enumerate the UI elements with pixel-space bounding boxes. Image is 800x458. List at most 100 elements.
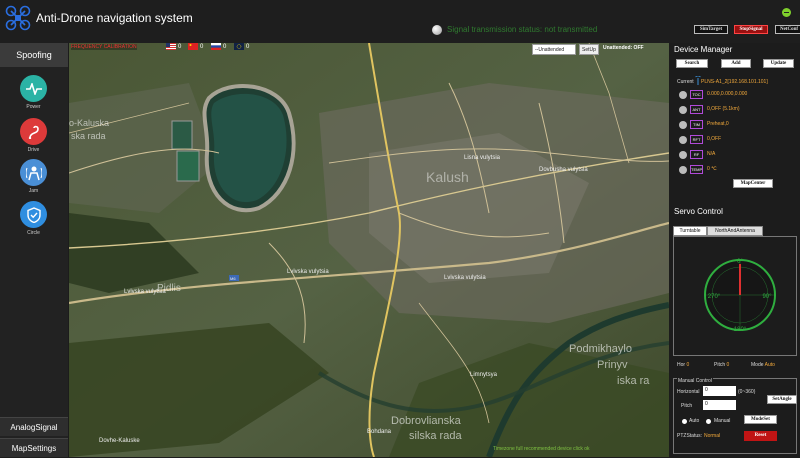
cn-count: 0 xyxy=(200,44,204,50)
status-light-icon xyxy=(679,166,687,174)
signal-status-text: Signal transmission status: not transmit… xyxy=(447,25,598,34)
stop-signal-button[interactable]: StopSignal xyxy=(734,25,768,34)
unattended-status: Unattended: OFF xyxy=(603,45,644,51)
circle-label: Circle xyxy=(27,230,40,236)
tab-map-settings[interactable]: MapSettings xyxy=(0,438,68,457)
row-value: N/A xyxy=(707,151,716,157)
row-tag: ANT xyxy=(690,105,703,114)
satellite-map[interactable]: FREQUENCY CALIBRATION 0 0 0 0 --Unattend… xyxy=(69,43,669,457)
servo-control-title: Servo Control xyxy=(674,207,723,216)
tab-analog-signal[interactable]: AnalogSignal xyxy=(0,417,68,436)
dial-east-label: 90° xyxy=(762,294,772,300)
row-value: 0.000,0.000,0.000 xyxy=(707,91,748,97)
dial-north-label: 0° xyxy=(737,259,743,265)
waveform-icon xyxy=(20,75,47,102)
tab-north-and-antenna[interactable]: NorthAndAntenna xyxy=(707,226,763,236)
hor-label: Hor xyxy=(677,362,686,368)
status-light-icon xyxy=(679,136,687,144)
row-value: Preheat,0 xyxy=(707,121,729,127)
ptz-status-label: PTZStatus: xyxy=(677,433,703,439)
map-label-podmykhaylo: Podmikhaylo xyxy=(569,343,632,355)
manual-control-panel: Manual Control Horizontal 0 (0~360) Pitc… xyxy=(673,378,797,454)
mode-readout: Mode Auto xyxy=(751,362,775,368)
mode-select[interactable]: --Unattended xyxy=(532,44,576,55)
update-button[interactable]: Update xyxy=(763,59,794,68)
pitch-input[interactable]: 0 xyxy=(703,400,736,410)
map-label-road4: Dovbusha vulytsia xyxy=(539,167,588,173)
map-label-road5: Lisna vulytsia xyxy=(464,155,501,161)
map-label-podmykhaylo-3: iska ra xyxy=(617,375,650,387)
hor-value: 0 xyxy=(686,362,690,368)
path-curve-icon xyxy=(20,118,47,145)
pitch-readout: Pitch 0 xyxy=(714,362,729,368)
manual-label: Manual xyxy=(714,418,731,424)
row-tag: TEMP xyxy=(690,165,703,174)
status-light-icon xyxy=(679,91,687,99)
auto-label: Auto xyxy=(689,418,700,424)
map-label-road3: Lvivska vulytsia xyxy=(444,275,486,281)
reset-button[interactable]: Reset xyxy=(744,431,777,441)
search-button[interactable]: Search xyxy=(676,59,708,68)
power-button[interactable]: Power xyxy=(20,75,47,110)
pitch-label: Pitch xyxy=(714,362,726,368)
row-value: 0,OFF (5.1km) xyxy=(707,106,740,112)
map-center-button[interactable]: MapCenter xyxy=(733,179,773,188)
sim-target-button[interactable]: SimTarget xyxy=(694,25,728,34)
mode-set-button[interactable]: ModeSet xyxy=(744,415,777,424)
add-button[interactable]: Add xyxy=(721,59,751,68)
status-light-icon xyxy=(679,106,687,114)
map-imagery xyxy=(69,43,669,457)
horizontal-input[interactable]: 0 xyxy=(703,386,736,396)
minimize-icon[interactable] xyxy=(782,8,791,17)
pitch-input-label: Pitch xyxy=(681,403,693,409)
drone-logo-icon xyxy=(5,5,31,31)
us-flag-icon xyxy=(166,43,176,50)
map-label-kalush: Kalush xyxy=(426,169,469,185)
device-manager-title: Device Manager xyxy=(674,45,733,54)
status-light-icon xyxy=(679,121,687,129)
row-value: 0 ℃ xyxy=(707,166,717,172)
map-label-m6: M6 xyxy=(230,276,236,281)
map-label-dobroviiany: Dobrovlianska xyxy=(391,415,461,427)
tab-turntable[interactable]: Turntable xyxy=(673,226,707,236)
map-footer-text: Timezone full recommended device click o… xyxy=(493,446,590,452)
status-light-icon xyxy=(679,151,687,159)
person-jam-icon xyxy=(20,159,47,186)
dial-south-label: 180° xyxy=(734,327,747,333)
map-label-road2: Lvivska vulytsia xyxy=(124,289,166,295)
manual-control-title: Manual Control xyxy=(677,378,713,384)
title-bar: Anti-Drone navigation system Signal tran… xyxy=(0,0,800,43)
setup-button[interactable]: SetUp xyxy=(579,44,599,55)
signal-indicator-icon xyxy=(432,25,442,35)
row-tag: TIM xyxy=(690,120,703,129)
right-panel: Device Manager Search Add Update Current… xyxy=(670,43,800,457)
net-conf-button[interactable]: NetConf xyxy=(775,25,800,34)
dial-west-label: 270° xyxy=(708,294,721,300)
row-tag: TOC xyxy=(690,90,703,99)
auto-radio[interactable] xyxy=(682,419,687,424)
horizontal-label: Horizontal xyxy=(677,389,700,395)
map-label-road1: Lvivska vulytsia xyxy=(287,269,329,275)
map-label-road6: Limnytsya xyxy=(470,372,498,378)
servo-tabs: Turntable NorthAndAntenna xyxy=(673,226,763,236)
manual-radio[interactable] xyxy=(706,419,711,424)
drive-button[interactable]: Drive xyxy=(20,118,47,153)
cn-flag-icon xyxy=(188,43,198,50)
servo-dial-panel: 0° 90° 180° 270° xyxy=(673,236,797,356)
eu-count: 0 xyxy=(246,44,250,50)
mode-label: Mode xyxy=(751,362,764,368)
row-tag: RFT xyxy=(690,135,703,144)
drive-label: Drive xyxy=(27,147,40,153)
set-angle-button[interactable]: SetAngle xyxy=(767,395,797,404)
map-label-dobroviiany-2: silska rada xyxy=(409,430,462,442)
compass-dial: 0° 90° 180° 270° xyxy=(704,259,776,333)
ru-count: 0 xyxy=(223,44,227,50)
hor-readout: Hor 0 xyxy=(677,362,689,368)
power-label: Power xyxy=(26,104,41,110)
jam-button[interactable]: Jam xyxy=(20,159,47,194)
circle-button[interactable]: Circle xyxy=(20,201,47,236)
tab-spoofing[interactable]: Spoofing xyxy=(0,43,68,67)
jam-label: Jam xyxy=(28,188,39,194)
map-label-kaluska: o-Kaluska xyxy=(69,118,110,128)
pitch-value: 0 xyxy=(726,362,730,368)
